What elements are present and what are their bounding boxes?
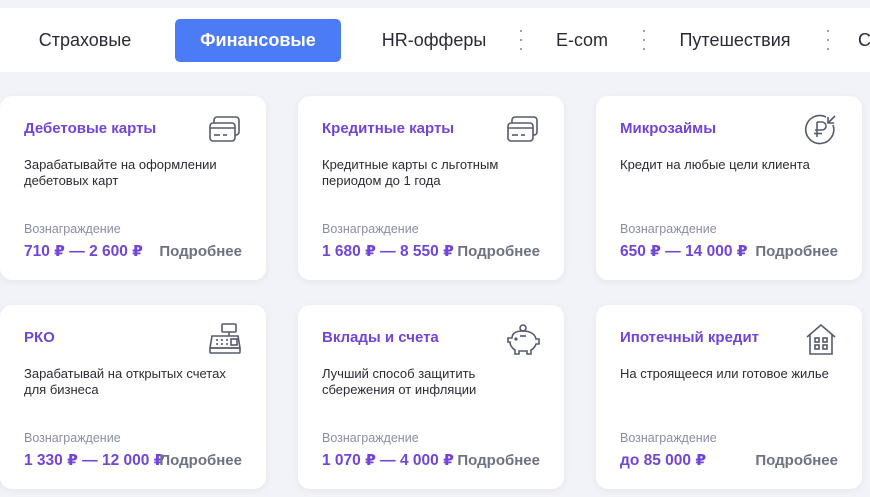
card-description: Кредитные карты с льготным периодом до 1… (322, 157, 499, 188)
reward-value: 710 ₽ — 2 600 ₽ (24, 243, 143, 260)
credit-card-icon (506, 113, 540, 147)
debit-card-icon (208, 113, 242, 147)
cash-register-icon (208, 322, 242, 356)
tab-insurance[interactable]: Страховые (20, 19, 150, 62)
reward-label: Вознаграждение (24, 431, 121, 445)
house-icon (804, 322, 838, 356)
offer-card-debit-cards[interactable]: Дебетовые карты Зарабатывайте на оформле… (0, 96, 266, 280)
card-title[interactable]: РКО (24, 329, 55, 346)
tab-hr-offers[interactable]: HR-офферы (372, 19, 496, 62)
tab-separator (826, 30, 829, 50)
tab-travel[interactable]: Путешествия (670, 19, 800, 62)
reward-label: Вознаграждение (322, 431, 419, 445)
card-description: Кредит на любые цели клиента (620, 157, 810, 172)
more-link[interactable]: Подробнее (755, 243, 838, 260)
ruble-return-icon (804, 113, 838, 147)
category-tabs: Страховые Финансовые HR-офферы E-com Пут… (0, 8, 870, 72)
tab-ecom[interactable]: E-com (548, 19, 616, 62)
card-title[interactable]: Микрозаймы (620, 120, 716, 137)
reward-label: Вознаграждение (322, 222, 419, 236)
card-title[interactable]: Вклады и счета (322, 329, 439, 346)
reward-label: Вознаграждение (620, 431, 717, 445)
reward-value: до 85 000 ₽ (620, 452, 707, 469)
tab-separator (642, 30, 645, 50)
tab-next[interactable]: С (858, 19, 870, 62)
more-link[interactable]: Подробнее (457, 243, 540, 260)
tab-financial[interactable]: Финансовые (175, 19, 341, 62)
more-link[interactable]: Подробнее (457, 452, 540, 469)
card-description: Лучший способ защитить сбережения от инф… (322, 366, 477, 397)
reward-value: 1 680 ₽ — 8 550 ₽ (322, 243, 454, 260)
card-title[interactable]: Дебетовые карты (24, 120, 156, 137)
card-title[interactable]: Кредитные карты (322, 120, 454, 137)
reward-value: 1 330 ₽ — 12 000 ₽ (24, 452, 165, 469)
card-title[interactable]: Ипотечный кредит (620, 329, 759, 346)
reward-value: 1 070 ₽ — 4 000 ₽ (322, 452, 454, 469)
offer-card-mortgage[interactable]: Ипотечный кредит На строящееся или готов… (596, 305, 862, 489)
more-link[interactable]: Подробнее (755, 452, 838, 469)
tab-separator (519, 30, 522, 50)
more-link[interactable]: Подробнее (159, 452, 242, 469)
offer-card-rko[interactable]: РКО Зарабатывай на открытых счетах для б… (0, 305, 266, 489)
offer-card-microloans[interactable]: Микрозаймы Кредит на любые цели клиента … (596, 96, 862, 280)
reward-label: Вознаграждение (620, 222, 717, 236)
card-description: Зарабатывайте на оформлении дебетовых ка… (24, 157, 217, 188)
reward-label: Вознаграждение (24, 222, 121, 236)
reward-value: 650 ₽ — 14 000 ₽ (620, 243, 748, 260)
card-description: Зарабатывай на открытых счетах для бизне… (24, 366, 226, 397)
offer-card-deposits[interactable]: Вклады и счета Лучший способ защитить сб… (298, 305, 564, 489)
more-link[interactable]: Подробнее (159, 243, 242, 260)
card-description: На строящееся или готовое жилье (620, 366, 829, 381)
offer-card-credit-cards[interactable]: Кредитные карты Кредитные карты с льготн… (298, 96, 564, 280)
piggy-bank-icon (506, 322, 540, 356)
